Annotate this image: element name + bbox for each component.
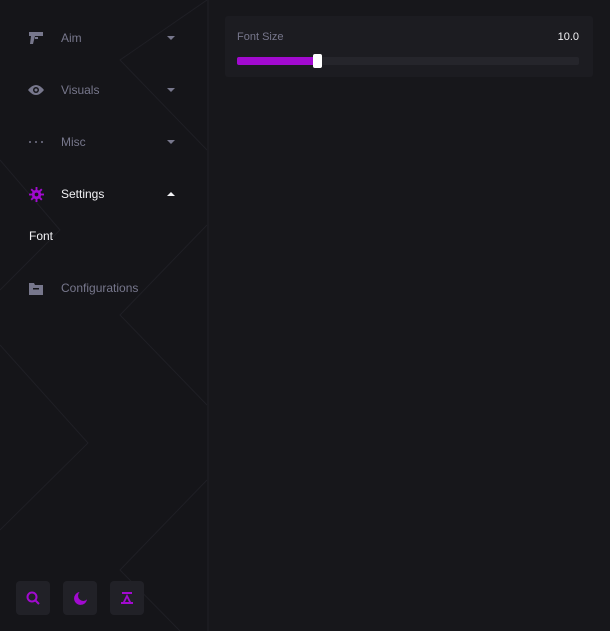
slider-fill bbox=[237, 57, 318, 65]
sidebar-item-settings[interactable]: Settings bbox=[0, 178, 190, 210]
search-button[interactable] bbox=[16, 581, 50, 615]
sidebar-item-label: Aim bbox=[61, 31, 82, 45]
slider-value: 10.0 bbox=[557, 31, 579, 43]
sidebar-subitem-font[interactable]: Font bbox=[29, 229, 53, 243]
sidebar-item-aim[interactable]: Aim bbox=[0, 22, 190, 54]
slider-handle[interactable] bbox=[313, 54, 323, 68]
moon-icon bbox=[73, 591, 87, 605]
sidebar-item-misc[interactable]: Misc bbox=[0, 126, 190, 158]
app-window: Aim Visuals Misc Settings Font Configura… bbox=[0, 0, 610, 631]
chevron-up-icon bbox=[167, 192, 175, 196]
dots-icon bbox=[28, 134, 44, 150]
sidebar-divider bbox=[207, 0, 209, 631]
sidebar-item-configurations[interactable]: Configurations bbox=[0, 272, 190, 304]
sidebar-item-label: Visuals bbox=[61, 83, 100, 97]
search-icon bbox=[26, 591, 40, 605]
slider-label: Font Size bbox=[237, 31, 284, 43]
sidebar: Aim Visuals Misc Settings Font Configura… bbox=[0, 0, 207, 631]
chevron-down-icon bbox=[167, 88, 175, 92]
sidebar-item-label: Misc bbox=[61, 135, 86, 149]
sidebar-item-label: Configurations bbox=[61, 281, 139, 295]
font-size-panel: Font Size 10.0 bbox=[225, 16, 593, 77]
user-button[interactable] bbox=[110, 581, 144, 615]
sidebar-item-visuals[interactable]: Visuals bbox=[0, 74, 190, 106]
gear-icon bbox=[28, 186, 44, 202]
gun-icon bbox=[28, 30, 44, 46]
sidebar-item-label: Settings bbox=[61, 187, 105, 201]
chevron-down-icon bbox=[167, 140, 175, 144]
folder-icon bbox=[28, 280, 44, 296]
chevron-down-icon bbox=[167, 36, 175, 40]
eye-icon bbox=[28, 82, 44, 98]
user-icon bbox=[121, 592, 133, 604]
theme-button[interactable] bbox=[63, 581, 97, 615]
font-size-slider[interactable] bbox=[237, 54, 579, 68]
